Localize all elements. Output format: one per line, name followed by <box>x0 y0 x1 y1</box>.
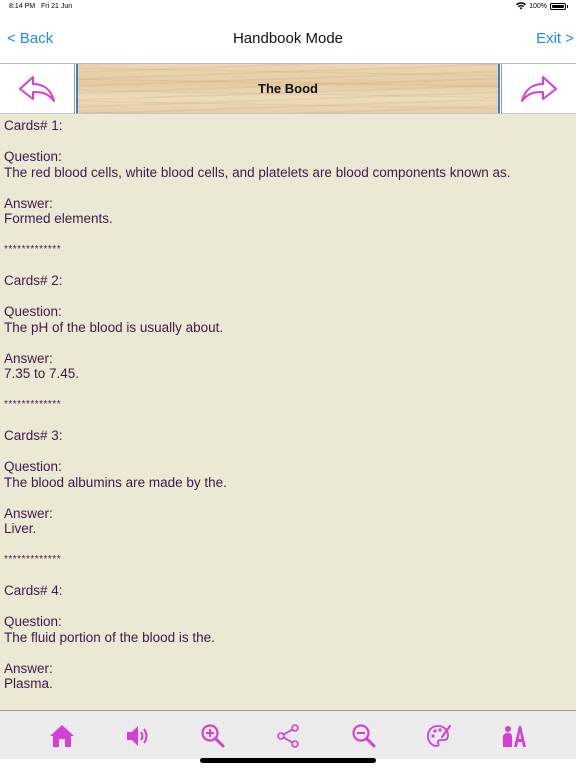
answer-label: Answer: <box>4 350 53 366</box>
zoom-out-button[interactable] <box>349 721 379 751</box>
answer-text: Liver. <box>4 521 37 536</box>
question-text: The red blood cells, white blood cells, … <box>4 164 511 180</box>
next-button[interactable] <box>501 64 576 113</box>
answer-text: Formed elements. <box>4 211 113 226</box>
question-label: Question: <box>4 149 62 164</box>
share-icon <box>277 724 299 748</box>
previous-button[interactable] <box>0 64 75 113</box>
card-heading: Cards# 3: <box>4 428 63 443</box>
text-style-icon <box>503 726 526 747</box>
answer-label: Answer: <box>4 505 53 521</box>
card-list: Cards# 1: Question: The red blood cells,… <box>0 114 576 710</box>
card-separator: ************* <box>4 399 62 410</box>
card-item: Cards# 1: Question: The red blood cells,… <box>4 118 576 273</box>
status-date: Fri 21 Jun <box>41 3 73 10</box>
section-header: The Bood <box>0 64 576 114</box>
zoom-out-icon <box>352 724 376 748</box>
speak-button[interactable] <box>123 721 153 751</box>
question-text: The fluid portion of the blood is the. <box>4 629 215 645</box>
zoom-in-icon <box>201 724 225 748</box>
answer-text: 7.35 to 7.45. <box>4 366 80 381</box>
handbook-content[interactable]: Cards# 1: Question: The red blood cells,… <box>0 114 576 710</box>
question-label: Question: <box>4 459 62 474</box>
answer-label: Answer: <box>4 660 53 676</box>
status-indicators: 100% <box>516 2 568 10</box>
share-button[interactable] <box>273 721 303 751</box>
section-title: The Bood <box>258 81 318 96</box>
card-heading: Cards# 2: <box>4 273 63 288</box>
title-banner: The Bood <box>76 64 500 113</box>
theme-button[interactable] <box>424 721 454 751</box>
question-label: Question: <box>4 614 62 629</box>
status-bar: 8:14 PM Fri 21 Jun 100% <box>0 0 576 14</box>
wifi-icon <box>516 2 527 10</box>
status-time: 8:14 PM <box>9 3 36 10</box>
palette-icon <box>427 724 452 747</box>
battery-percent: 100% <box>529 2 547 10</box>
card-heading: Cards# 1: <box>4 118 63 133</box>
zoom-in-button[interactable] <box>198 721 228 751</box>
arrow-back-icon <box>19 75 55 102</box>
navigation-bar: < Back Handbook Mode Exit > <box>0 14 576 64</box>
page-title: Handbook Mode <box>232 30 344 47</box>
home-icon <box>50 725 74 747</box>
card-separator: ************* <box>4 554 62 565</box>
text-style-button[interactable] <box>498 721 528 751</box>
battery-icon <box>550 2 566 10</box>
question-text: The pH of the blood is usually about. <box>4 319 224 335</box>
battery-tip <box>567 4 568 8</box>
home-indicator <box>200 758 376 763</box>
exit-button[interactable]: Exit > <box>536 30 574 47</box>
card-heading: Cards# 4: <box>4 583 63 598</box>
card-item: Cards# 4: Question: The fluid portion of… <box>4 583 576 710</box>
card-item: Cards# 2: Question: The pH of the blood … <box>4 273 576 428</box>
answer-label: Answer: <box>4 195 53 211</box>
card-separator: ************* <box>4 244 62 255</box>
home-button[interactable] <box>47 721 77 751</box>
arrow-forward-icon <box>521 75 557 102</box>
answer-text: Plasma. <box>4 676 53 691</box>
question-label: Question: <box>4 304 62 319</box>
speaker-icon <box>127 726 148 746</box>
bottom-toolbar <box>0 710 576 759</box>
card-item: Cards# 3: Question: The blood albumins a… <box>4 428 576 583</box>
question-text: The blood albumins are made by the. <box>4 474 227 490</box>
